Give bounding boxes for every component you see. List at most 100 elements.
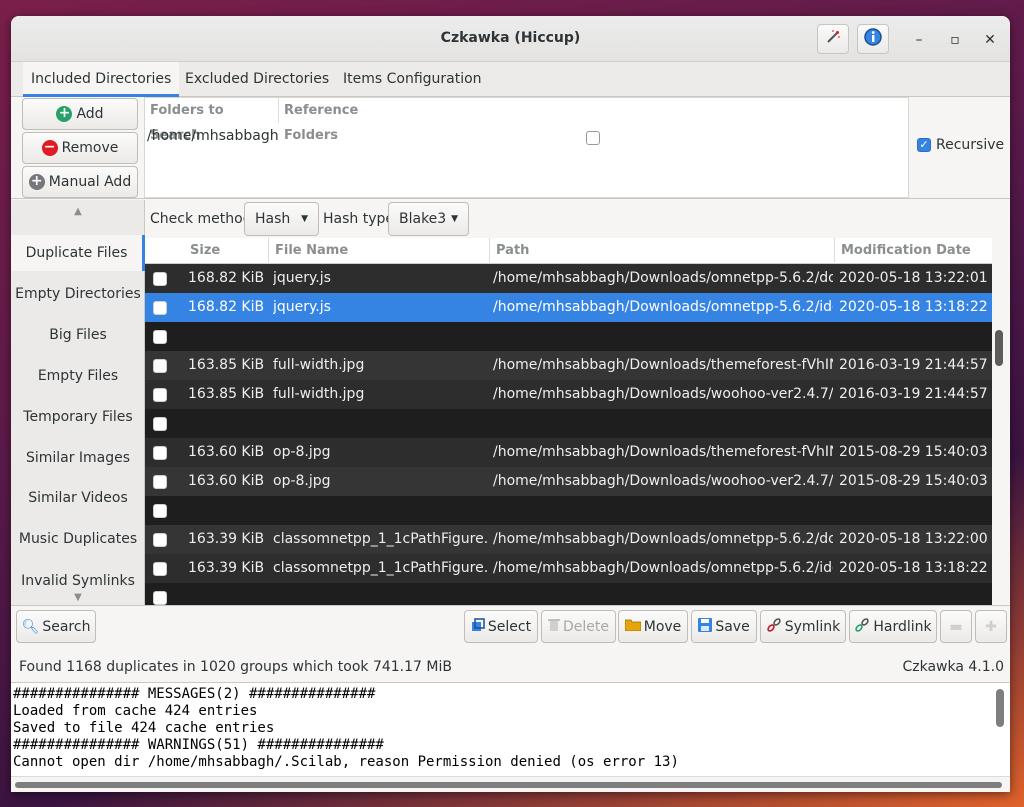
about-button[interactable] <box>857 24 889 54</box>
hash-type-dropdown[interactable]: Blake3 ▼ <box>388 202 469 236</box>
manual-add-button[interactable]: + Manual Add <box>22 166 138 198</box>
log-horizontal-thumb[interactable] <box>15 782 1002 788</box>
results-scrollbar[interactable] <box>992 238 1010 605</box>
row-checkbox[interactable] <box>153 359 167 373</box>
cell-date: 2015-08-29 15:40:03 <box>839 473 988 489</box>
row-checkbox[interactable] <box>153 504 167 518</box>
row-checkbox[interactable] <box>153 330 167 344</box>
move-button[interactable]: Move <box>618 610 688 643</box>
delete-button[interactable]: Delete <box>541 610 616 643</box>
group-separator-row[interactable] <box>145 322 992 351</box>
add-directory-button[interactable]: + Add <box>22 98 138 130</box>
check-method-dropdown[interactable]: Hash ▼ <box>244 202 319 236</box>
sidebar-item-similar-images[interactable]: Similar Images <box>11 440 145 476</box>
minimize-button[interactable]: – <box>909 30 929 50</box>
show-text-view-button[interactable]: ✚ <box>975 610 1007 643</box>
scan-options: Check method Hash ▼ Hash type Blake3 ▼ <box>145 200 1010 240</box>
select-button[interactable]: Select <box>464 610 538 643</box>
cell-name: full-width.jpg <box>273 357 365 373</box>
table-row[interactable]: 163.60 KiB op-8.jpg/home/mhsabbagh/Downlo… <box>145 438 992 467</box>
tab-included-directories[interactable]: Included Directories <box>23 62 180 97</box>
scroll-up-icon[interactable]: ▲ <box>11 206 145 217</box>
group-separator-row[interactable] <box>145 409 992 438</box>
log-line: Loaded from cache 424 entries <box>13 703 258 719</box>
search-label: Search <box>42 618 91 635</box>
table-row[interactable]: 163.39 KiB classomnetpp_1_1cPathFigure.ht… <box>145 554 992 583</box>
check-method-label: Check method <box>150 211 252 227</box>
group-separator-row[interactable] <box>145 583 992 605</box>
cell-size: 163.39 KiB <box>188 560 265 576</box>
delete-label: Delete <box>563 618 609 635</box>
table-row[interactable]: 168.82 KiB jquery.js/home/mhsabbagh/Downl… <box>145 264 992 293</box>
hide-text-view-button[interactable]: ▬ <box>940 610 972 643</box>
group-separator-row[interactable] <box>145 496 992 525</box>
row-checkbox[interactable] <box>153 446 167 460</box>
size-column-header[interactable]: Size <box>184 238 269 264</box>
row-checkbox[interactable] <box>153 533 167 547</box>
show-icon: ✚ <box>985 618 997 635</box>
row-checkbox[interactable] <box>153 562 167 576</box>
row-checkbox[interactable] <box>153 417 167 431</box>
log-horizontal-scrollbar[interactable] <box>11 776 1010 792</box>
date-column-header[interactable]: Modification Date <box>835 238 992 264</box>
reference-column-header[interactable]: Reference Folders <box>279 98 413 143</box>
table-row[interactable]: 163.85 KiB full-width.jpg/home/mhsabbagh/… <box>145 351 992 380</box>
row-checkbox[interactable] <box>153 388 167 402</box>
tab-items-configuration[interactable]: Items Configuration <box>335 62 490 97</box>
cell-name: jquery.js <box>273 299 331 315</box>
save-button[interactable]: Save <box>691 610 757 643</box>
status-text: Found 1168 duplicates in 1020 groups whi… <box>19 659 452 675</box>
results-scroll-thumb[interactable] <box>995 330 1003 366</box>
cell-path: /home/mhsabbagh/Downloads/omnetpp-5.6.2/… <box>493 299 833 315</box>
remove-directory-button[interactable]: − Remove <box>22 132 138 164</box>
recursive-option[interactable]: ✓ Recursive <box>917 137 1004 153</box>
sidebar-item-empty-directories[interactable]: Empty Directories <box>11 276 145 312</box>
table-row[interactable]: 163.60 KiB op-8.jpg/home/mhsabbagh/Downlo… <box>145 467 992 496</box>
path-column-header[interactable]: Path <box>490 238 835 264</box>
row-checkbox[interactable] <box>153 301 167 315</box>
status-bar: Found 1168 duplicates in 1020 groups whi… <box>11 652 1010 682</box>
maximize-button[interactable]: ▫ <box>945 30 965 50</box>
cell-size: 163.39 KiB <box>188 531 265 547</box>
sidebar-item-temporary-files[interactable]: Temporary Files <box>11 399 145 435</box>
sidebar-item-duplicate-files[interactable]: Duplicate Files <box>11 235 145 271</box>
reference-folder-checkbox[interactable] <box>586 131 600 145</box>
check-method-value: Hash <box>255 211 291 227</box>
cell-date: 2020-05-18 13:18:22 <box>839 560 988 576</box>
row-checkbox[interactable] <box>153 272 167 286</box>
folders-column-header[interactable]: Folders to Search <box>145 98 279 143</box>
symlink-button[interactable]: Symlink <box>760 610 846 643</box>
row-checkbox[interactable] <box>153 475 167 489</box>
cell-size: 163.85 KiB <box>188 386 265 402</box>
remove-icon: − <box>41 140 58 156</box>
table-row[interactable]: 163.39 KiB classomnetpp_1_1cPathFigure.ht… <box>145 525 992 554</box>
scroll-down-icon[interactable]: ▼ <box>11 592 145 603</box>
sidebar-item-big-files[interactable]: Big Files <box>11 317 145 353</box>
hardlink-button[interactable]: Hardlink <box>849 610 937 643</box>
tab-excluded-directories[interactable]: Excluded Directories <box>177 62 337 97</box>
settings-button[interactable] <box>817 24 849 54</box>
directory-path[interactable]: /home/mhsabbagh <box>147 128 279 144</box>
remove-directory-label: Remove <box>61 140 119 156</box>
filename-column-header[interactable]: File Name <box>269 238 490 264</box>
row-checkbox[interactable] <box>153 591 167 605</box>
search-button[interactable]: 🔍︎ Search <box>16 610 96 643</box>
sidebar-item-music-duplicates[interactable]: Music Duplicates <box>11 521 145 557</box>
sidebar-item-similar-videos[interactable]: Similar Videos <box>11 480 145 516</box>
version-label: Czkawka 4.1.0 <box>902 659 1004 675</box>
cell-path: /home/mhsabbagh/Downloads/woohoo-ver2.4.… <box>493 473 833 489</box>
close-button[interactable]: ✕ <box>980 30 1000 50</box>
cell-date: 2020-05-18 13:22:01 <box>839 270 988 286</box>
table-row[interactable]: 163.85 KiB full-width.jpg/home/mhsabbagh/… <box>145 380 992 409</box>
log-scroll-thumb[interactable] <box>996 689 1004 727</box>
cell-path: /home/mhsabbagh/Downloads/themeforest-fV… <box>493 357 833 373</box>
sidebar-item-empty-files[interactable]: Empty Files <box>11 358 145 394</box>
manual-add-icon: + <box>28 174 45 190</box>
hide-icon: ▬ <box>949 618 963 635</box>
action-bar: 🔍︎ Search Select Delete Move Save Symlin… <box>11 605 1010 651</box>
cell-path: /home/mhsabbagh/Downloads/omnetpp-5.6.2/… <box>493 560 833 576</box>
table-row[interactable]: 168.82 KiB jquery.js/home/mhsabbagh/Downl… <box>145 293 992 322</box>
recursive-checkbox[interactable]: ✓ <box>917 138 931 152</box>
hash-type-label: Hash type <box>323 211 394 227</box>
cell-size: 163.60 KiB <box>188 444 265 460</box>
